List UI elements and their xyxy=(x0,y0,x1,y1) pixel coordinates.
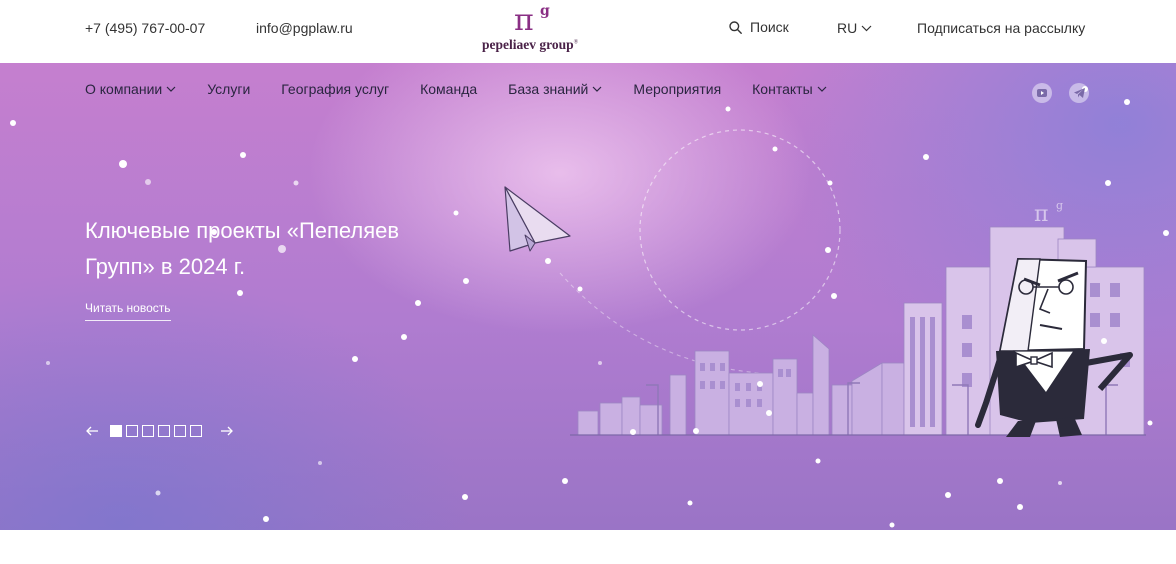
chevron-down-icon xyxy=(592,86,602,92)
slider-controls xyxy=(85,424,233,438)
nav-item-contacts[interactable]: Контакты xyxy=(752,81,827,97)
nav-item-about[interactable]: О компании xyxy=(85,81,176,97)
search-button[interactable]: Поиск xyxy=(729,19,789,35)
nav-item-label: Контакты xyxy=(752,81,813,97)
hero-headline: Ключевые проекты «Пепеляев Групп» в 2024… xyxy=(85,218,400,279)
slider-dot-1[interactable] xyxy=(110,425,122,437)
arrow-left-icon xyxy=(85,426,98,436)
dashed-orbit-circle xyxy=(639,129,841,331)
logo-superscript: g xyxy=(540,3,550,19)
city-skyline xyxy=(577,226,1145,436)
hero-illustration: π g xyxy=(504,129,1146,437)
logo-registered-mark: ® xyxy=(573,39,579,46)
company-logo[interactable]: π g pepeliaev group® xyxy=(480,4,584,58)
building-windows xyxy=(700,283,1130,427)
arrow-right-icon xyxy=(220,426,233,436)
paper-plane-illustration xyxy=(504,186,571,252)
youtube-icon xyxy=(1037,89,1047,97)
slider-dot-6[interactable] xyxy=(190,425,202,437)
nav-item-label: Мероприятия xyxy=(633,81,722,97)
slider-dots xyxy=(110,425,202,437)
search-label: Поиск xyxy=(750,19,789,35)
nav-item-team[interactable]: Команда xyxy=(420,81,477,97)
main-navigation: О компании Услуги География услуг Команд… xyxy=(85,81,827,97)
slider-dot-3[interactable] xyxy=(142,425,154,437)
nav-item-label: Команда xyxy=(420,81,478,97)
top-bar: +7 (495) 767-00-07 info@pgplaw.ru π g pe… xyxy=(0,0,1176,63)
nav-item-events[interactable]: Мероприятия xyxy=(633,81,721,97)
snow-particles xyxy=(10,86,1169,528)
slider-dot-5[interactable] xyxy=(174,425,186,437)
logo-brand-name: pepeliaev group® xyxy=(482,37,578,53)
nav-item-label: О компании xyxy=(85,81,163,97)
slider-dot-2[interactable] xyxy=(126,425,138,437)
nav-item-services[interactable]: Услуги xyxy=(207,81,250,97)
building-logo-symbol: π xyxy=(1034,202,1048,227)
language-current: RU xyxy=(837,20,858,36)
chevron-down-icon xyxy=(817,86,827,92)
subscribe-link[interactable]: Подписаться на рассылку xyxy=(917,20,1085,36)
chevron-down-icon xyxy=(861,25,872,31)
search-icon xyxy=(729,20,742,34)
phone-link[interactable]: +7 (495) 767-00-07 xyxy=(85,20,205,36)
logo-brand-text: pepeliaev group xyxy=(482,37,574,52)
telegram-icon xyxy=(1073,88,1085,98)
street-lamps xyxy=(646,382,1118,435)
slider-dot-4[interactable] xyxy=(158,425,170,437)
chevron-down-icon xyxy=(166,86,176,92)
building-logo-superscript: g xyxy=(1056,199,1063,212)
slider-prev-button[interactable] xyxy=(85,424,99,438)
dashed-flight-path xyxy=(559,272,761,374)
read-news-link[interactable]: Читать новость xyxy=(85,301,171,321)
youtube-link[interactable] xyxy=(1032,83,1052,103)
email-link[interactable]: info@pgplaw.ru xyxy=(256,20,353,36)
nav-item-label: География услуг xyxy=(281,81,390,97)
slider-next-button[interactable] xyxy=(219,424,233,438)
character-illustration xyxy=(975,257,1133,437)
nav-item-label: Услуги xyxy=(207,81,251,97)
nav-item-knowledge-base[interactable]: База знаний xyxy=(508,81,602,97)
telegram-link[interactable] xyxy=(1069,83,1089,103)
hero-banner: π g О компании Услуги География услуг Ко… xyxy=(0,63,1176,530)
nav-item-label: База знаний xyxy=(508,81,589,97)
language-selector[interactable]: RU xyxy=(837,20,872,36)
logo-pi-symbol: π xyxy=(514,3,534,38)
nav-item-geography[interactable]: География услуг xyxy=(281,81,389,97)
